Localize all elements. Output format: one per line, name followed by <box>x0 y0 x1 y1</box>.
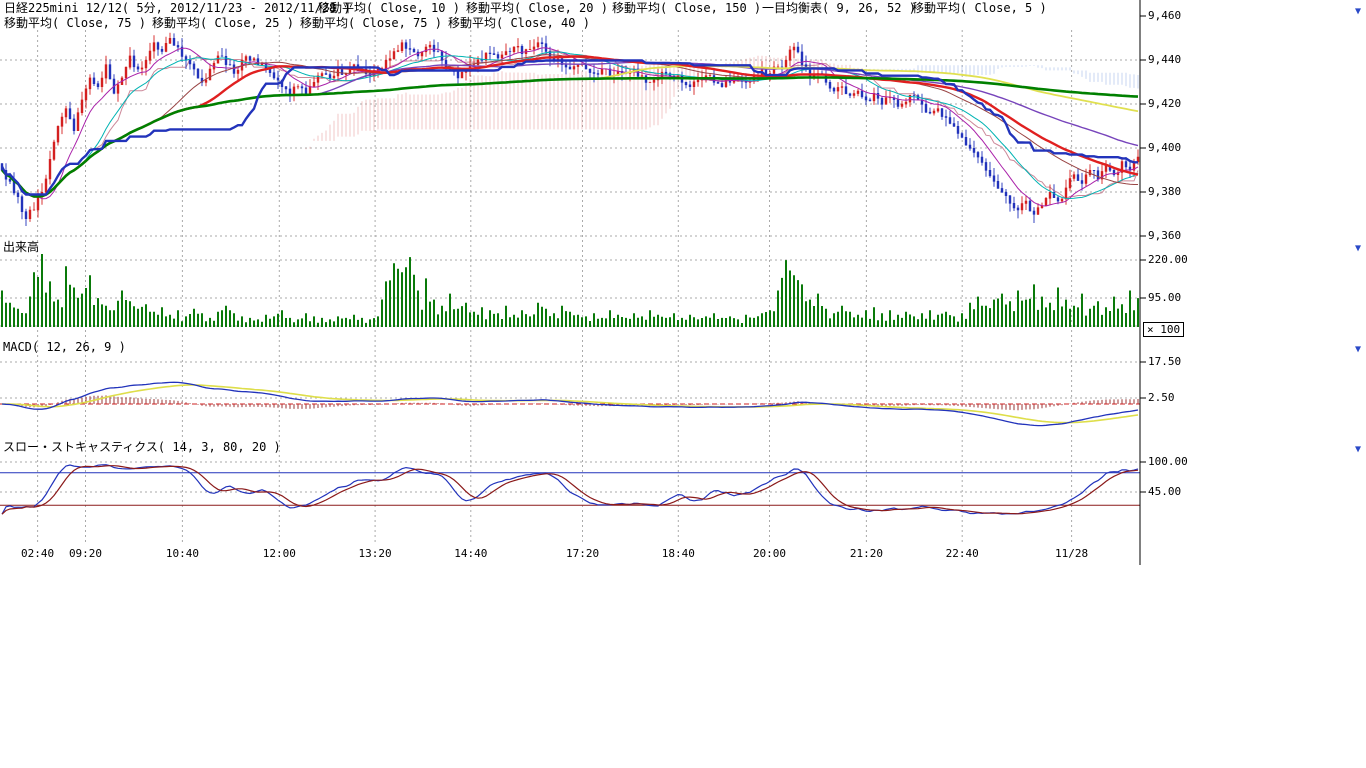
chart-title: 日経225mini 12/12( 5分, 2012/11/23 - 2012/1… <box>4 1 351 16</box>
macd-panel-dropdown-arrow-icon[interactable]: ▼ <box>1351 343 1365 356</box>
volume-tick-label: 220.00 <box>1148 254 1188 266</box>
legend-ma-close-75b[interactable]: 移動平均( Close, 75 ) <box>300 16 442 31</box>
legend-row-primary: 日経225mini 12/12( 5分, 2012/11/23 - 2012/1… <box>0 1 1140 16</box>
volume-panel-dropdown-arrow-icon[interactable]: ▼ <box>1351 242 1365 255</box>
time-axis-label: 18:40 <box>658 548 698 560</box>
macd-tick-label: 17.50 <box>1148 356 1181 368</box>
time-axis-label: 12:00 <box>259 548 299 560</box>
chart-application-window: 日経225mini 12/12( 5分, 2012/11/23 - 2012/1… <box>0 0 1366 768</box>
legend-ichimoku[interactable]: 一目均衡表( 9, 26, 52 ) <box>762 1 916 16</box>
stoch-tick-label: 100.00 <box>1148 456 1188 468</box>
time-axis-label: 11/28 <box>1052 548 1092 560</box>
legend-ma-close-5[interactable]: 移動平均( Close, 5 ) <box>912 1 1047 16</box>
price-tick-label: 9,400 <box>1148 142 1181 154</box>
legend-ma-close-150[interactable]: 移動平均( Close, 150 ) <box>612 1 761 16</box>
volume-panel-label: 出来高 <box>3 240 39 254</box>
stoch-k-line <box>2 465 1138 515</box>
legend-ma-close-25[interactable]: 移動平均( Close, 25 ) <box>152 16 294 31</box>
axis-tick-marks <box>1140 16 1146 492</box>
time-axis-label: 14:40 <box>451 548 491 560</box>
price-tick-label: 9,460 <box>1148 10 1181 22</box>
legend-ma-close-10[interactable]: 移動平均( Close, 10 ) <box>318 1 460 16</box>
volume-bars <box>2 254 1138 327</box>
price-tick-label: 9,420 <box>1148 98 1181 110</box>
chart-svg[interactable] <box>0 0 1205 570</box>
stoch-panel-dropdown-arrow-icon[interactable]: ▼ <box>1351 443 1365 456</box>
price-tick-label: 9,380 <box>1148 186 1181 198</box>
time-axis-label: 10:40 <box>162 548 202 560</box>
price-panel-dropdown-arrow-icon[interactable]: ▼ <box>1351 5 1365 18</box>
time-axis-label: 17:20 <box>563 548 603 560</box>
volume-tick-label: 95.00 <box>1148 292 1181 304</box>
legend-row-secondary: 移動平均( Close, 75 ) 移動平均( Close, 25 ) 移動平均… <box>0 16 1140 31</box>
price-tick-label: 9,360 <box>1148 230 1181 242</box>
stoch-tick-label: 45.00 <box>1148 486 1181 498</box>
macd-tick-label: 2.50 <box>1148 392 1175 404</box>
legend-ma-close-75a[interactable]: 移動平均( Close, 75 ) <box>4 16 146 31</box>
time-axis-label: 20:00 <box>750 548 790 560</box>
macd-panel-label: MACD( 12, 26, 9 ) <box>3 340 126 354</box>
volume-multiplier-badge: × 100 <box>1143 322 1184 337</box>
time-axis-label: 09:20 <box>66 548 106 560</box>
time-axis-label: 21:20 <box>846 548 886 560</box>
chart-canvas[interactable] <box>0 0 1205 570</box>
time-axis-label: 13:20 <box>355 548 395 560</box>
legend-ma-close-20[interactable]: 移動平均( Close, 20 ) <box>466 1 608 16</box>
legend-ma-close-40[interactable]: 移動平均( Close, 40 ) <box>448 16 590 31</box>
time-axis-label: 22:40 <box>942 548 982 560</box>
time-axis-label: 02:40 <box>18 548 58 560</box>
stoch-panel-label: スロー・ストキャスティクス( 14, 3, 80, 20 ) <box>3 440 281 454</box>
price-tick-label: 9,440 <box>1148 54 1181 66</box>
